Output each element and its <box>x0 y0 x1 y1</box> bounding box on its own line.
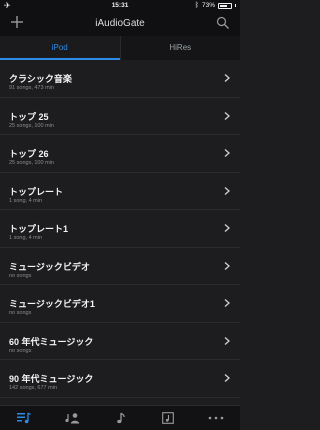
playlist-meta: 1 song, 4 min <box>9 197 43 204</box>
playlist-name: ミュージックビデオ <box>9 261 90 272</box>
playlist-meta: no songs <box>9 272 32 279</box>
battery-icon <box>218 2 232 9</box>
list-item[interactable]: 60 年代ミュージック no songs <box>0 323 240 360</box>
tab-playlists[interactable] <box>0 406 48 430</box>
playlist-list: クラシック音楽 91 songs, 473 min トップ 25 25 song… <box>0 60 240 405</box>
list-item[interactable]: トップ 26 25 songs, 100 min <box>0 135 240 173</box>
battery-tip <box>235 4 236 7</box>
tab-hires[interactable]: HiRes <box>119 36 241 60</box>
chevron-right-icon <box>224 261 230 270</box>
playlist-meta: 91 songs, 473 min <box>9 85 54 91</box>
list-item[interactable]: トップレート1 1 song, 4 min <box>0 210 240 248</box>
chevron-right-icon <box>224 74 230 82</box>
playlist-meta: 25 songs, 100 min <box>9 160 54 166</box>
chevron-right-icon <box>224 224 230 232</box>
chevron-right-icon <box>224 186 230 195</box>
chevron-right-icon <box>224 336 230 345</box>
playlist-name: トップ 25 <box>9 111 49 122</box>
chevron-right-icon <box>224 374 230 382</box>
app-title: iAudioGate <box>95 18 145 29</box>
tab-more[interactable] <box>192 406 240 430</box>
list-item[interactable]: クラシック音楽 91 songs, 473 min <box>0 60 240 98</box>
chevron-right-icon <box>224 111 230 120</box>
more-icon <box>208 416 224 420</box>
nav-bar: iAudioGate <box>0 12 240 36</box>
playlist-icon <box>17 412 31 424</box>
playlist-name: 60 年代ミュージック <box>9 336 94 347</box>
chevron-right-icon <box>224 299 230 307</box>
source-tabs: iPod HiRes <box>0 36 240 60</box>
tab-albums[interactable] <box>144 406 192 430</box>
battery-level <box>220 4 227 7</box>
list-item[interactable]: トップレート 1 song, 4 min <box>0 173 240 210</box>
playlist-meta: no songs <box>9 310 32 316</box>
list-item[interactable]: 90 年代ミュージック 142 songs, 677 min <box>0 360 240 398</box>
list-item[interactable]: ミュージックビデオ1 no songs <box>0 285 240 323</box>
playlist-name: トップ 26 <box>9 149 49 159</box>
bluetooth-icon: ᛒ <box>194 2 199 9</box>
playlist-meta: 142 songs, 677 min <box>9 385 58 391</box>
playlist-meta: 1 song, 4 min <box>9 235 43 241</box>
playlist-name: クラシック音楽 <box>9 74 72 84</box>
playlist-name: ミュージックビデオ1 <box>9 299 95 309</box>
artist-icon <box>65 413 80 424</box>
tab-ipod[interactable]: iPod <box>0 36 120 60</box>
playlist-meta: 25 songs, 100 min <box>9 122 54 129</box>
playlist-name: 90 年代ミュージック <box>9 374 94 384</box>
playlist-meta: no songs <box>9 347 32 354</box>
bottom-tab-bar <box>0 405 240 430</box>
battery-percent: 73% <box>201 2 215 9</box>
list-item[interactable]: ミュージックビデオ no songs <box>0 248 240 285</box>
music-note-icon <box>117 412 125 424</box>
playlist-name: トップレート1 <box>9 224 69 234</box>
tab-songs[interactable] <box>96 406 144 430</box>
search-button[interactable] <box>216 16 230 30</box>
playlist-name: トップレート <box>9 186 64 197</box>
chevron-right-icon <box>224 149 230 157</box>
status-bar: ✈ 15:31 ᛒ 73% <box>0 0 240 12</box>
tab-artists[interactable] <box>48 406 96 430</box>
status-right: ᛒ 73% <box>195 2 236 9</box>
list-item[interactable]: トップ 25 25 songs, 100 min <box>0 98 240 135</box>
search-icon <box>216 16 229 29</box>
album-icon <box>162 412 174 424</box>
